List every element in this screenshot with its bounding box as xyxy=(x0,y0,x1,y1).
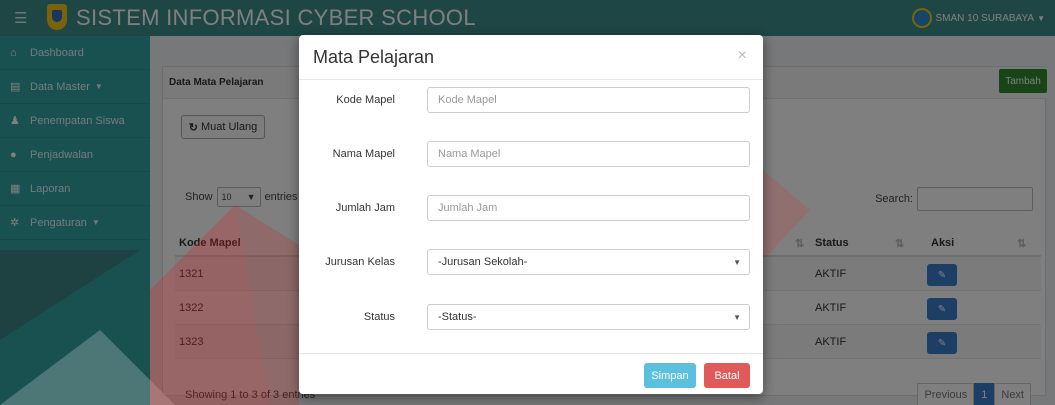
jurusan-kelas-select[interactable]: -Jurusan Sekolah- ▼ xyxy=(427,249,750,275)
jumlah-jam-label: Jumlah Jam xyxy=(335,202,395,214)
modal-footer: Simpan Batal xyxy=(299,353,763,394)
form-row-status: Status -Status- ▼ xyxy=(299,304,763,332)
jumlah-jam-input[interactable]: Jumlah Jam xyxy=(427,195,750,221)
save-button[interactable]: Simpan xyxy=(644,363,696,388)
jurusan-kelas-label: Jurusan Kelas xyxy=(325,256,395,268)
form-row-kode: Kode Mapel Kode Mapel xyxy=(299,87,763,115)
modal-title: Mata Pelajaran xyxy=(313,47,435,67)
mapel-modal: Mata Pelajaran × Kode Mapel Kode Mapel N… xyxy=(299,35,763,394)
nama-mapel-input[interactable]: Nama Mapel xyxy=(427,141,750,167)
form-row-jurusan: Jurusan Kelas -Jurusan Sekolah- ▼ xyxy=(299,249,763,277)
form-row-jam: Jumlah Jam Jumlah Jam xyxy=(299,195,763,223)
form-row-nama: Nama Mapel Nama Mapel xyxy=(299,141,763,169)
cancel-button[interactable]: Batal xyxy=(704,363,750,388)
close-icon[interactable]: × xyxy=(738,47,747,65)
nama-mapel-label: Nama Mapel xyxy=(332,148,395,160)
caret-down-icon: ▼ xyxy=(733,312,741,322)
caret-down-icon: ▼ xyxy=(733,257,741,267)
status-value: -Status- xyxy=(438,311,477,323)
status-select[interactable]: -Status- ▼ xyxy=(427,304,750,330)
status-label: Status xyxy=(363,311,395,323)
kode-mapel-label: Kode Mapel xyxy=(336,94,395,106)
jurusan-kelas-value: -Jurusan Sekolah- xyxy=(438,256,528,268)
kode-mapel-input[interactable]: Kode Mapel xyxy=(427,87,750,113)
modal-header: Mata Pelajaran × xyxy=(299,35,763,80)
